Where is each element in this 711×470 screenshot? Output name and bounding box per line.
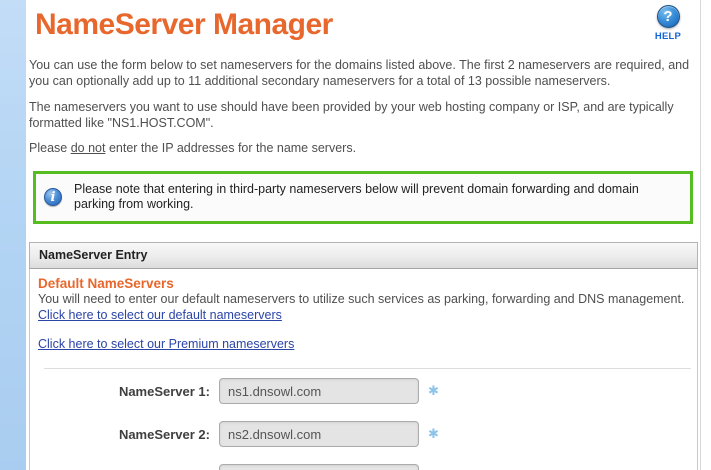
- intro-text: You can use the form below to set namese…: [29, 58, 698, 157]
- note-prefix: Please: [29, 141, 71, 155]
- default-nameservers-heading: Default NameServers: [38, 276, 697, 292]
- page-header: NameServer Manager ? HELP: [29, 0, 698, 43]
- note-suffix: enter the IP addresses for the name serv…: [105, 141, 356, 155]
- info-icon: i: [44, 188, 62, 206]
- nameserver-row-1: NameServer 1: ✱: [38, 378, 697, 404]
- nameserver-2-input[interactable]: [219, 421, 419, 447]
- nameserver-form: NameServer 1: ✱ NameServer 2: ✱ NameServ…: [38, 378, 697, 470]
- section-header-nameserver-entry: NameServer Entry: [29, 242, 698, 269]
- third-party-warning-box: i Please note that entering in third-par…: [33, 171, 693, 224]
- required-icon: ✱: [428, 383, 439, 399]
- nameserver-3-input[interactable]: [219, 464, 419, 470]
- page-title: NameServer Manager: [35, 7, 698, 43]
- required-icon: ✱: [428, 426, 439, 442]
- intro-paragraph-1: You can use the form below to set namese…: [29, 58, 694, 89]
- help-label[interactable]: HELP: [646, 31, 690, 42]
- left-margin-strip: [0, 0, 26, 470]
- select-premium-nameservers-link[interactable]: Click here to select our Premium nameser…: [38, 337, 294, 351]
- nameserver-1-label: NameServer 1:: [38, 384, 210, 399]
- content-right-border: [700, 0, 701, 470]
- select-default-nameservers-link[interactable]: Click here to select our default nameser…: [38, 308, 282, 322]
- nameserver-row-2: NameServer 2: ✱: [38, 421, 697, 447]
- help-question-icon[interactable]: ?: [657, 5, 680, 28]
- nameserver-row-3: NameServer 3:: [38, 464, 697, 470]
- nameserver-entry-panel: Default NameServers You will need to ent…: [29, 269, 698, 470]
- intro-paragraph-2: The nameservers you want to use should h…: [29, 100, 694, 131]
- main-content: NameServer Manager ? HELP You can use th…: [29, 0, 698, 470]
- nameserver-2-label: NameServer 2:: [38, 427, 210, 442]
- intro-paragraph-3: Please do not enter the IP addresses for…: [29, 141, 694, 157]
- note-emphasis: do not: [71, 141, 106, 155]
- nameserver-1-input[interactable]: [219, 378, 419, 404]
- form-divider: [44, 368, 691, 369]
- default-nameservers-description: You will need to enter our default names…: [38, 292, 697, 307]
- warning-text: Please note that entering in third-party…: [74, 182, 672, 213]
- help-widget[interactable]: ? HELP: [646, 5, 690, 42]
